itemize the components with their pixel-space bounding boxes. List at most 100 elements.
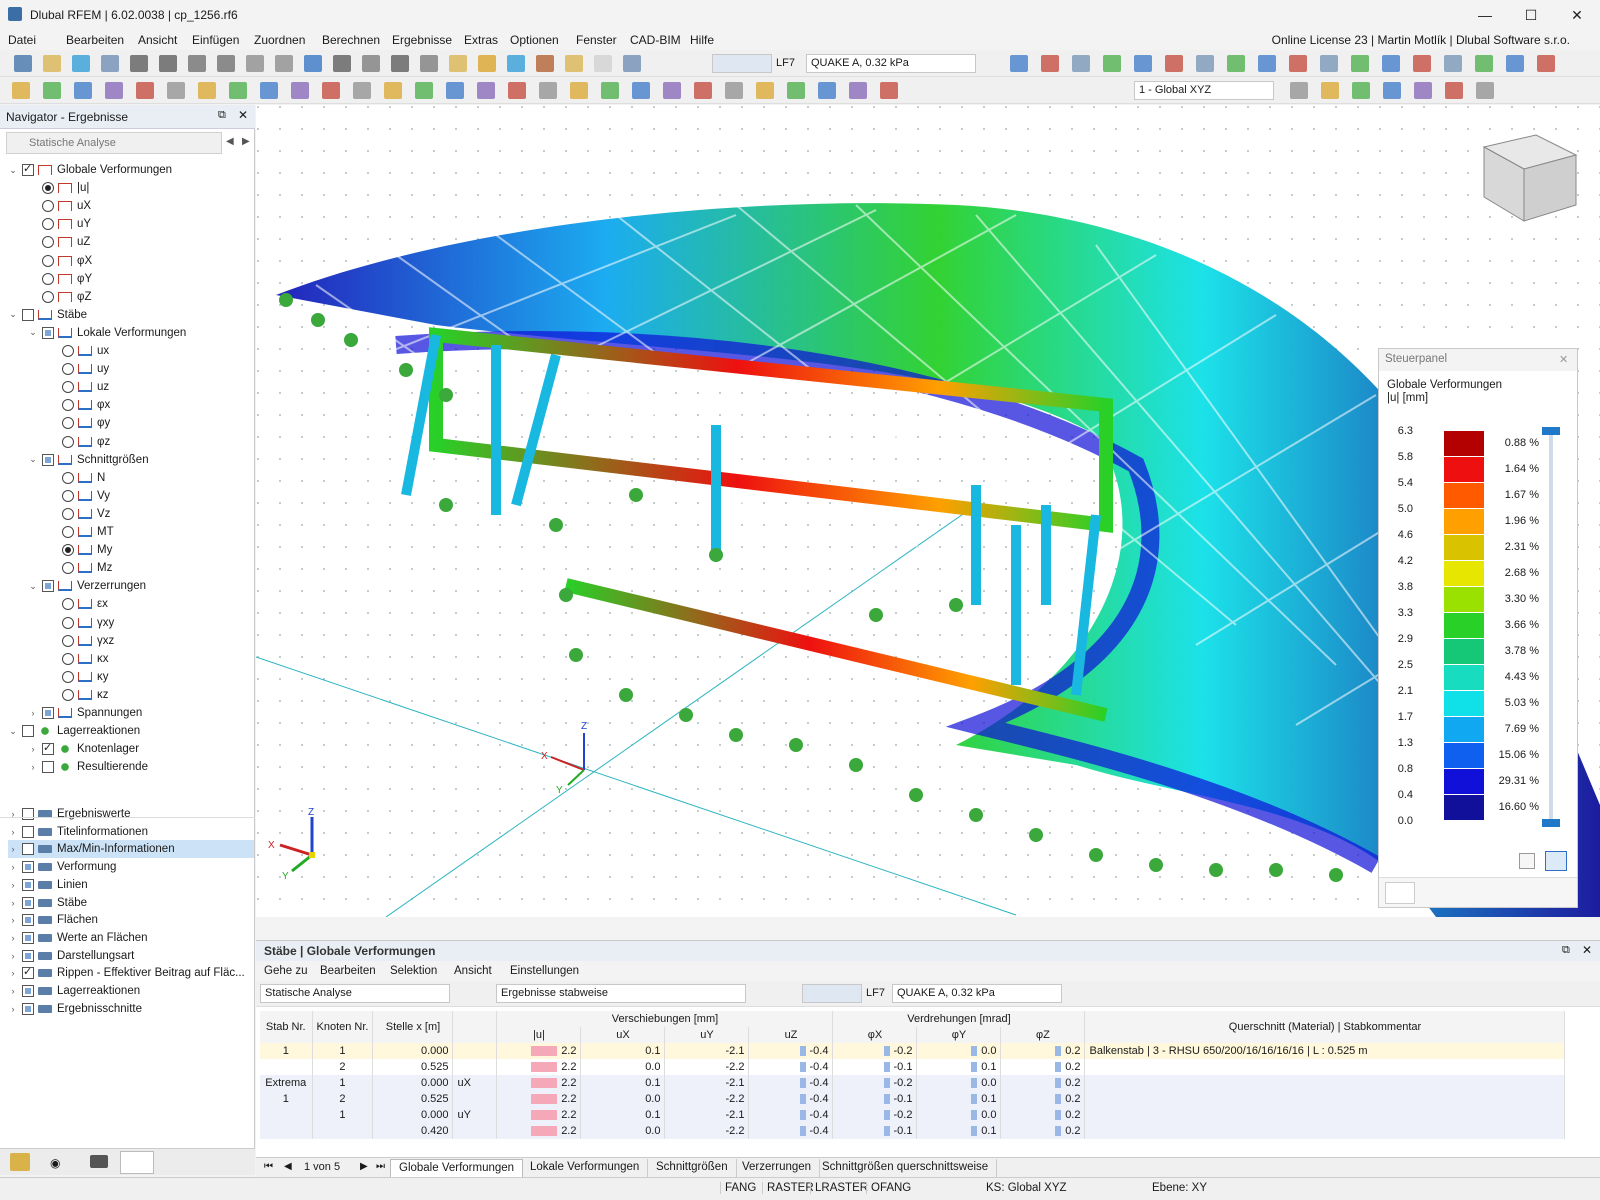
tree-item[interactable]: γxz	[48, 632, 114, 650]
last-page-icon[interactable]: ⏭	[376, 1161, 385, 1172]
checkbox[interactable]	[22, 878, 34, 891]
toolbar-icon[interactable]	[663, 82, 681, 99]
control-panel-close-icon[interactable]: ✕	[1559, 353, 1568, 366]
table-row[interactable]: 1 2 0.525 2.2 0.0 -2.2 -0.4 -0.1 0.1 0.2	[260, 1091, 1566, 1107]
filter-tab-icon[interactable]	[1461, 882, 1491, 904]
expand-icon[interactable]: ›	[8, 986, 18, 996]
toolbar-icon[interactable]	[229, 82, 247, 99]
next-icon[interactable]: ▶	[242, 136, 250, 147]
collapse-icon[interactable]: ⌄	[28, 327, 38, 338]
status-toggle-2[interactable]: LRASTER	[810, 1182, 872, 1194]
tree-item[interactable]: ⌄ Globale Verformungen	[8, 161, 172, 179]
tree-item[interactable]: φx	[48, 396, 110, 414]
radio-button[interactable]	[62, 652, 74, 665]
tree-item[interactable]: γxy	[48, 614, 114, 632]
tree-item[interactable]: εx	[48, 595, 108, 613]
checkbox[interactable]	[22, 949, 34, 962]
legend-tab-icon[interactable]	[1385, 882, 1415, 904]
display-tree-item[interactable]: › Flächen	[8, 911, 98, 929]
collapse-icon[interactable]: ⌄	[8, 309, 18, 320]
toolbar-icon[interactable]	[291, 82, 309, 99]
table-menu-4[interactable]: Einstellungen	[510, 965, 579, 977]
tree-item[interactable]: › Resultierende	[28, 758, 148, 776]
tree-item[interactable]: Mz	[48, 559, 112, 577]
table-row[interactable]: 1 0.000 uY 2.2 0.1 -2.1 -0.4 -0.2 0.0 0.2	[260, 1107, 1566, 1123]
tree-item[interactable]: uy	[48, 360, 109, 378]
display-tree-item[interactable]: › Werte an Flächen	[8, 929, 148, 947]
toolbar-icon[interactable]	[1475, 55, 1493, 72]
prev-page-icon[interactable]: ◀	[284, 1161, 292, 1172]
tree-item[interactable]: ⌄ Lagerreaktionen	[8, 722, 140, 740]
toolbar-icon[interactable]	[565, 55, 583, 72]
table-menu-3[interactable]: Ansicht	[454, 965, 492, 977]
display-tree-item[interactable]: › Linien	[8, 876, 88, 894]
toolbar-icon[interactable]	[756, 82, 774, 99]
toolbar-icon[interactable]	[1041, 55, 1059, 72]
minimize-icon[interactable]: —	[1462, 0, 1508, 30]
toolbar-icon[interactable]	[362, 55, 380, 72]
toolbar-icon[interactable]	[246, 55, 264, 72]
tree-item[interactable]: κy	[48, 668, 109, 686]
radio-button[interactable]	[62, 417, 74, 430]
radio-button[interactable]	[62, 435, 74, 448]
toolbar-icon[interactable]	[478, 55, 496, 72]
checkbox[interactable]	[42, 453, 54, 466]
expand-icon[interactable]: ›	[8, 915, 18, 925]
display-tree-item[interactable]: › Darstellungsart	[8, 947, 134, 965]
table-tab-3[interactable]: Verzerrungen	[734, 1159, 821, 1177]
expand-icon[interactable]: ›	[8, 844, 18, 854]
toolbar-icon[interactable]	[1289, 55, 1307, 72]
checkbox[interactable]	[42, 741, 54, 756]
radio-button[interactable]	[62, 399, 74, 412]
toolbar-icon[interactable]	[1414, 82, 1432, 99]
menu-5[interactable]: Berechnen	[322, 33, 380, 47]
tree-item[interactable]: ⌄ Verzerrungen	[28, 577, 146, 595]
display-tree-item[interactable]: › Verformung	[8, 858, 116, 876]
tree-item[interactable]: ⌄ Stäbe	[8, 306, 87, 324]
table-analysis-select[interactable]: Statische Analyse	[260, 984, 450, 1003]
display-tree-item[interactable]: › Ergebniswerte	[8, 805, 131, 823]
display-tab-icon[interactable]: ◉	[50, 1156, 60, 1170]
tree-item[interactable]: φy	[48, 414, 110, 432]
legend-slider-max[interactable]	[1542, 427, 1560, 435]
radio-button[interactable]	[62, 616, 74, 629]
collapse-icon[interactable]: ⌄	[8, 165, 18, 176]
toolbar-icon[interactable]	[1010, 55, 1028, 72]
toolbar-icon[interactable]	[1227, 55, 1245, 72]
toolbar-icon[interactable]	[1134, 55, 1152, 72]
prev-icon[interactable]: ◀	[226, 136, 234, 147]
expand-icon[interactable]: ›	[8, 862, 18, 872]
toolbar-icon[interactable]	[508, 82, 526, 99]
menu-2[interactable]: Ansicht	[138, 33, 177, 47]
display-tree-item[interactable]: › Stäbe	[8, 894, 87, 912]
table-row[interactable]: 1 1 0.000 2.2 0.1 -2.1 -0.4 -0.2 0.0 0.2 Balkensta…	[260, 1043, 1566, 1059]
toolbar-icon[interactable]	[694, 82, 712, 99]
display-tree-item[interactable]: › Ergebnisschnitte	[8, 1000, 142, 1018]
toolbar-icon[interactable]	[130, 55, 148, 72]
toolbar-icon[interactable]	[167, 82, 185, 99]
status-toggle-0[interactable]: FANG	[720, 1182, 760, 1194]
checkbox[interactable]	[22, 808, 34, 820]
radio-button[interactable]	[62, 507, 74, 520]
toolbar-icon[interactable]	[415, 82, 433, 99]
checkbox[interactable]	[22, 843, 34, 856]
expand-icon[interactable]: ›	[8, 880, 18, 890]
radio-button[interactable]	[42, 200, 54, 213]
table-menu-0[interactable]: Gehe zu	[264, 965, 307, 977]
radio-button[interactable]	[62, 688, 74, 701]
menu-8[interactable]: Optionen	[510, 33, 559, 47]
collapse-icon[interactable]: ⌄	[8, 726, 18, 737]
toolbar-icon[interactable]	[43, 82, 61, 99]
toolbar-icon[interactable]	[1383, 82, 1401, 99]
toolbar-icon[interactable]	[304, 55, 322, 72]
toolbar-icon[interactable]	[260, 82, 278, 99]
toolbar-icon[interactable]	[420, 55, 438, 72]
radio-button[interactable]	[62, 598, 74, 611]
expand-icon[interactable]: ›	[28, 708, 38, 718]
toolbar-icon[interactable]	[74, 82, 92, 99]
toolbar-icon[interactable]	[539, 82, 557, 99]
tree-item[interactable]: uX	[28, 197, 91, 215]
navigator-close-icon[interactable]: ✕	[238, 108, 248, 122]
navigator-analysis-select[interactable]: Statische Analyse	[6, 132, 222, 154]
menu-7[interactable]: Extras	[464, 33, 498, 47]
